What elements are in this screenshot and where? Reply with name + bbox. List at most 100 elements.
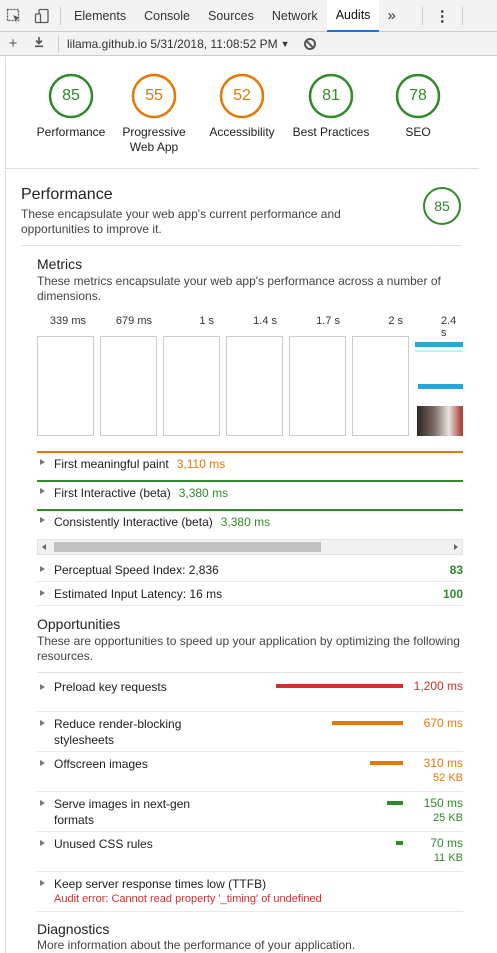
audit-error-message: Audit error: Cannot read property '_timi… <box>54 893 322 905</box>
expand-arrow-icon[interactable] <box>40 684 45 690</box>
opportunity-label-line: formats <box>54 813 95 827</box>
score-gauge: 52 <box>218 72 266 120</box>
metric-score: 83 <box>449 563 463 577</box>
report-selector[interactable]: lilama.github.io 5/31/2018, 11:08:52 PM <box>65 37 278 51</box>
score-gauge: 81 <box>307 72 355 120</box>
savings-size: 11 KB <box>433 852 463 864</box>
category-summary: 85 Performance 55 Progressive Web App 52 … <box>5 57 479 169</box>
category-label: Accessibility <box>209 125 275 139</box>
savings-value: 150 ms <box>423 796 463 810</box>
metric-name: First Interactive (beta) <box>54 486 171 500</box>
filmstrip-time: 339 ms <box>49 315 86 327</box>
savings-value: 1,200 ms <box>413 679 463 693</box>
filmstrip-time: 1.4 s <box>253 315 277 327</box>
metric-perceptual-speed-index[interactable]: Perceptual Speed Index: 2,836 83 <box>37 558 463 582</box>
metric-name: Consistently Interactive (beta) <box>54 515 213 529</box>
report-content: Performance These encapsulate your web a… <box>5 170 479 953</box>
metric-first-meaningful-paint[interactable]: First meaningful paint 3,110 ms <box>37 451 463 478</box>
filmstrip-frame <box>352 336 409 436</box>
opportunity-unused-css[interactable]: Unused CSS rules 70 ms 11 KB <box>37 832 463 872</box>
category-seo[interactable]: 78 SEO <box>373 72 463 140</box>
savings-bar <box>332 721 403 725</box>
filmstrip-frame <box>226 336 283 436</box>
metric-value: 3,380 ms <box>178 486 229 500</box>
opportunity-label-line: Serve images in next-gen <box>54 797 191 811</box>
inspect-element-icon[interactable] <box>0 0 28 32</box>
score-value: 85 <box>62 87 80 104</box>
score-gauge: 78 <box>394 72 442 120</box>
opportunity-server-response-time[interactable]: Keep server response times low (TTFB) Au… <box>37 872 463 912</box>
expand-arrow-icon[interactable] <box>40 720 45 726</box>
scroll-left-icon[interactable] <box>42 544 46 550</box>
new-audit-icon[interactable]: + <box>0 35 26 52</box>
filmstrip <box>37 336 463 436</box>
expand-arrow-icon[interactable] <box>40 566 45 572</box>
scroll-right-icon[interactable] <box>454 544 458 550</box>
opportunity-label: Reduce render-blocking stylesheets <box>54 716 204 748</box>
tab-console[interactable]: Console <box>135 0 199 32</box>
score-value: 85 <box>434 198 450 214</box>
timeline-marker <box>37 451 463 453</box>
opportunity-offscreen-images[interactable]: Offscreen images 310 ms 52 KB <box>37 752 463 792</box>
expand-arrow-icon[interactable] <box>40 840 45 846</box>
expand-arrow-icon[interactable] <box>40 800 45 806</box>
opportunity-preload-key-requests[interactable]: Preload key requests 1,200 ms <box>37 673 463 712</box>
savings-bar <box>387 801 403 805</box>
savings-value: 310 ms <box>423 756 463 770</box>
filmstrip-time: 679 ms <box>115 315 152 327</box>
expand-arrow-icon[interactable] <box>40 459 45 465</box>
savings-bar <box>396 841 403 845</box>
metric-label: First meaningful paint 3,110 ms <box>54 457 225 471</box>
toolbar-divider <box>60 6 61 25</box>
filmstrip-time: 2 s <box>388 315 403 327</box>
metric-name: First meaningful paint <box>54 457 169 471</box>
expand-arrow-icon[interactable] <box>40 760 45 766</box>
audits-toolbar: + lilama.github.io 5/31/2018, 11:08:52 P… <box>0 32 497 56</box>
chevron-down-icon[interactable]: ▼ <box>281 39 290 49</box>
scrollbar-thumb[interactable] <box>54 542 321 552</box>
page-photo-graphic <box>417 406 463 436</box>
clear-reports-icon[interactable] <box>303 37 316 50</box>
metric-estimated-input-latency[interactable]: Estimated Input Latency: 16 ms 100 <box>37 582 463 606</box>
score-value: 55 <box>145 87 163 104</box>
filmstrip-timestamps: 339 ms 679 ms 1 s 1.4 s 1.7 s 2 s 2.4 s <box>37 315 463 339</box>
expand-arrow-icon[interactable] <box>40 488 45 494</box>
divider <box>21 245 462 246</box>
expand-arrow-icon[interactable] <box>40 517 45 523</box>
score-value: 52 <box>233 87 251 104</box>
opportunity-label-line: stylesheets <box>54 733 115 747</box>
opportunities-title: Opportunities <box>37 616 121 632</box>
metric-value: 3,380 ms <box>220 515 271 529</box>
horizontal-scrollbar[interactable] <box>37 539 463 555</box>
category-pwa[interactable]: 55 Progressive Web App <box>109 72 199 155</box>
device-toolbar-icon[interactable] <box>28 0 56 32</box>
opportunity-label-line: Reduce render-blocking <box>54 717 182 731</box>
opportunity-render-blocking-stylesheets[interactable]: Reduce render-blocking stylesheets 670 ms <box>37 712 463 752</box>
timeline-marker <box>37 509 463 511</box>
filmstrip-time: 1.7 s <box>316 315 340 327</box>
download-report-icon[interactable] <box>26 35 52 52</box>
category-label-line: Progressive <box>122 125 186 139</box>
category-performance[interactable]: 85 Performance <box>26 72 116 140</box>
tab-sources[interactable]: Sources <box>199 0 263 32</box>
expand-arrow-icon[interactable] <box>40 590 45 596</box>
tab-elements[interactable]: Elements <box>65 0 135 32</box>
category-best-practices[interactable]: 81 Best Practices <box>286 72 376 140</box>
diagnostics-description: More information about the performance o… <box>37 938 356 952</box>
opportunity-label: Keep server response times low (TTFB) <box>54 877 267 891</box>
more-tabs-button[interactable]: » <box>379 7 403 24</box>
savings-size: 52 KB <box>433 772 463 784</box>
tab-audits[interactable]: Audits <box>326 0 380 32</box>
devtools-menu-button[interactable]: ⋮ <box>427 7 458 25</box>
tab-network[interactable]: Network <box>263 0 327 32</box>
savings-bar <box>370 761 403 765</box>
expand-arrow-icon[interactable] <box>40 880 45 886</box>
opportunity-next-gen-images[interactable]: Serve images in next-gen formats 150 ms 2… <box>37 792 463 832</box>
filmstrip-time: 1 s <box>199 315 214 327</box>
page-section-graphic <box>418 384 463 389</box>
category-accessibility[interactable]: 52 Accessibility <box>197 72 287 140</box>
section-description: These encapsulate your web app's current… <box>21 207 341 236</box>
metric-consistently-interactive[interactable]: Consistently Interactive (beta) 3,380 ms <box>37 509 463 536</box>
metric-first-interactive[interactable]: First Interactive (beta) 3,380 ms <box>37 480 463 507</box>
section-title: Performance <box>21 186 113 203</box>
